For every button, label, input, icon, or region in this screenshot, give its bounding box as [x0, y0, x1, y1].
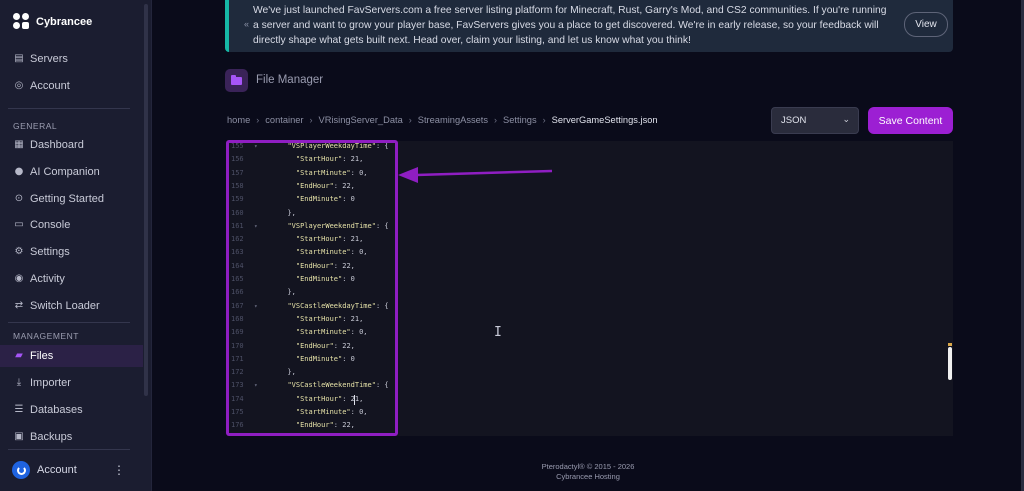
eye-icon: ◉: [14, 273, 24, 284]
chevron-right-icon: ›: [408, 115, 412, 125]
breadcrumb-current-file: ServerGameSettings.json: [551, 115, 658, 125]
brand-name: Cybrancee: [36, 16, 93, 28]
copyright-text: Pterodactyl® © 2015 - 2026: [541, 462, 635, 471]
language-select[interactable]: JSON ⌄: [771, 107, 859, 134]
gear-icon: ⚙: [14, 246, 24, 257]
folder-icon: ▰: [15, 350, 23, 361]
terminal-icon: ▭: [14, 219, 24, 230]
database-icon: ☰: [14, 404, 24, 415]
chevron-right-icon: ›: [256, 115, 260, 125]
text-caret: [354, 394, 355, 405]
chevron-right-icon: ›: [494, 115, 498, 125]
sidebar-item-databases[interactable]: ☰ Databases: [0, 399, 143, 421]
breadcrumb: home › container › VRisingServer_Data › …: [227, 115, 658, 125]
sidebar-item-label: Dashboard: [30, 139, 84, 151]
sidebar-item-activity[interactable]: ◉ Activity: [0, 268, 143, 290]
sidebar-item-label: Servers: [30, 53, 68, 65]
breadcrumb-item[interactable]: home: [227, 115, 250, 125]
sidebar-item-importer[interactable]: ⤓ Importer: [0, 372, 143, 394]
sidebar-item-settings[interactable]: ⚙ Settings: [0, 241, 143, 263]
chevron-right-icon: ›: [309, 115, 313, 125]
host-text: Cybrancee Hosting: [556, 472, 620, 481]
sidebar-scrollbar[interactable]: [144, 4, 148, 396]
chevron-right-icon: ›: [542, 115, 546, 125]
language-select-value: JSON: [781, 115, 807, 126]
breadcrumb-item[interactable]: StreamingAssets: [418, 115, 488, 125]
archive-icon: ▣: [14, 431, 24, 442]
text-cursor-icon: I: [494, 325, 502, 340]
sidebar-item-label: Activity: [30, 273, 65, 285]
brand[interactable]: Cybrancee: [13, 13, 92, 31]
divider: [8, 322, 130, 323]
help-icon: ⊙: [14, 193, 24, 204]
sidebar: Cybrancee ▤ Servers ◎ Account GENERAL ▦ …: [0, 0, 152, 491]
scrollbar-marker: [948, 343, 952, 346]
sidebar-item-switch-loader[interactable]: ⇄ Switch Loader: [0, 295, 143, 317]
folder-icon: [225, 69, 248, 92]
section-title-general: GENERAL: [13, 121, 58, 131]
sidebar-item-label: Backups: [30, 431, 73, 443]
section-title-management: MANAGEMENT: [13, 331, 79, 341]
sidebar-item-label: Databases: [30, 404, 83, 416]
annotation-arrow-icon: [398, 167, 553, 183]
annotation-highlight-box: [226, 140, 398, 436]
breadcrumb-item[interactable]: Settings: [503, 115, 537, 125]
page-title: File Manager: [256, 74, 324, 86]
dashboard-icon: ▦: [14, 139, 24, 150]
view-button[interactable]: View: [904, 12, 948, 37]
divider: [8, 449, 130, 450]
breadcrumb-item[interactable]: VRisingServer_Data: [319, 115, 403, 125]
account-icon: ◎: [14, 80, 24, 91]
chevron-down-icon: ⌄: [842, 115, 850, 125]
sidebar-item-ai-companion[interactable]: ● AI Companion: [0, 161, 143, 183]
banner-text: We've just launched FavServers.com a fre…: [253, 5, 887, 46]
sidebar-item-label: Account: [30, 80, 70, 92]
cybrancee-logo-icon: [13, 13, 30, 31]
announcement-banner: « We've just launched FavServers.com a f…: [225, 0, 953, 52]
swap-icon: ⇄: [14, 300, 24, 311]
breadcrumb-item[interactable]: container: [265, 115, 303, 125]
banner-bullet: «: [244, 19, 250, 29]
sidebar-item-servers[interactable]: ▤ Servers: [0, 48, 143, 70]
sidebar-item-dashboard[interactable]: ▦ Dashboard: [0, 134, 143, 156]
sidebar-item-label: Importer: [30, 377, 71, 389]
download-icon: ⤓: [16, 377, 22, 388]
sidebar-item-label: Files: [30, 350, 54, 362]
sidebar-item-label: Getting Started: [30, 193, 104, 205]
sidebar-item-label: AI Companion: [30, 166, 100, 178]
sidebar-item-label: Settings: [30, 246, 70, 258]
save-content-button[interactable]: Save Content: [868, 107, 953, 134]
chat-icon: ●: [14, 166, 24, 177]
sidebar-item-files[interactable]: ▰ Files: [0, 345, 143, 367]
sidebar-item-account[interactable]: ◎ Account: [0, 75, 143, 97]
editor-scrollbar[interactable]: [948, 347, 952, 380]
sidebar-item-label: Switch Loader: [30, 300, 100, 312]
sidebar-item-getting-started[interactable]: ⊙ Getting Started: [0, 188, 143, 210]
sidebar-item-label: Console: [30, 219, 71, 231]
divider: [8, 108, 130, 109]
server-icon: ▤: [14, 53, 24, 64]
sidebar-item-backups[interactable]: ▣ Backups: [0, 426, 143, 448]
sidebar-item-console[interactable]: ▭ Console: [0, 214, 143, 236]
